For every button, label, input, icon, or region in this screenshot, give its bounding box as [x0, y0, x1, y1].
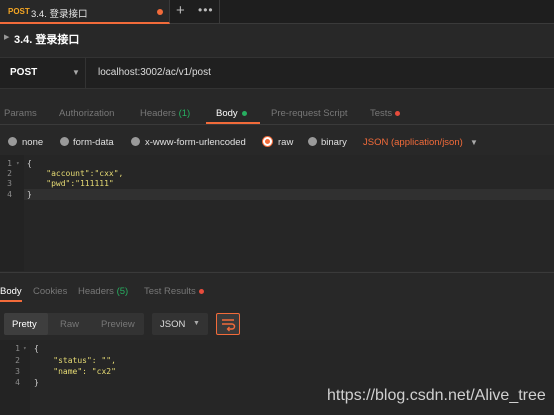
chevron-down-icon[interactable]: ▼ — [193, 320, 200, 327]
content-type-select[interactable]: JSON (application/json) — [363, 137, 463, 148]
wrap-lines-icon — [222, 319, 236, 332]
line-number: 4 — [15, 378, 20, 387]
tab-params[interactable]: Params — [4, 108, 37, 119]
body-tab-underline — [206, 122, 260, 124]
more-tabs-icon[interactable]: ••• — [198, 3, 214, 17]
method-value: POST — [10, 67, 38, 78]
wrap-lines-button[interactable] — [216, 313, 240, 335]
code-line: } — [34, 378, 39, 387]
response-tab-test-results[interactable]: Test Results — [144, 286, 196, 297]
response-body-underline — [0, 300, 22, 302]
line-number: 2 — [15, 356, 20, 365]
code-line: "account":"cxx", — [27, 169, 123, 178]
response-tab-cookies[interactable]: Cookies — [33, 286, 67, 297]
response-tab-body[interactable]: Body — [0, 286, 22, 297]
response-tab-headers[interactable]: Headers (5) — [78, 286, 128, 297]
radio-raw[interactable] — [263, 137, 272, 146]
tab-tests[interactable]: Tests — [370, 108, 392, 119]
fold-icon[interactable]: ▾ — [23, 345, 27, 352]
code-line-value: : "", — [91, 356, 116, 365]
code-line-key: "status" — [53, 356, 92, 365]
collapse-caret-icon[interactable]: ▶ — [4, 33, 9, 41]
response-tab-headers-count: (5) — [116, 286, 129, 297]
response-divider[interactable] — [0, 272, 554, 273]
watermark-text: https://blog.csdn.net/Alive_tree — [327, 387, 546, 404]
code-line-text: { — [34, 344, 39, 353]
tests-error-dot — [395, 111, 400, 116]
tab-headers-label: Headers — [140, 108, 176, 119]
line-number: 1 — [15, 344, 20, 353]
code-line: "pwd":"111111" — [27, 179, 114, 188]
tab-headers-count: (1) — [178, 108, 191, 119]
radio-raw-label: raw — [278, 137, 294, 148]
code-line-value: :"111111" — [70, 179, 114, 188]
line-number: 1 — [7, 159, 12, 168]
chevron-down-icon[interactable]: ▼ — [72, 68, 80, 77]
tab-authorization[interactable]: Authorization — [59, 108, 114, 119]
code-line: { — [27, 159, 32, 168]
response-language-value: JSON — [160, 319, 186, 330]
tab-prerequest-script[interactable]: Pre-request Script — [271, 108, 348, 119]
url-input[interactable]: localhost:3002/ac/v1/post — [98, 67, 211, 78]
code-line-text: { — [27, 159, 32, 168]
tab-divider — [219, 0, 220, 24]
radio-none[interactable] — [8, 137, 17, 146]
code-line-key: "name" — [53, 367, 83, 376]
raw-button[interactable]: Raw — [60, 319, 79, 330]
code-line-key: "pwd" — [46, 179, 71, 188]
radio-form-data[interactable] — [60, 137, 69, 146]
code-line: "status": "", — [34, 356, 116, 365]
line-number: 3 — [7, 179, 12, 188]
radio-binary[interactable] — [308, 137, 317, 146]
current-line-highlight — [24, 189, 554, 200]
tab-headers[interactable]: Headers (1) — [140, 108, 190, 119]
code-line-key: "account" — [46, 169, 90, 178]
code-line-value: :"cxx", — [89, 169, 124, 178]
radio-urlencoded[interactable] — [131, 137, 140, 146]
code-line-text: } — [34, 378, 39, 387]
preview-button[interactable]: Preview — [101, 319, 135, 330]
code-line-value: : "cx2" — [82, 367, 116, 376]
fold-icon[interactable]: ▾ — [16, 160, 20, 167]
new-tab-icon[interactable]: + — [176, 2, 185, 19]
radio-binary-label: binary — [321, 137, 347, 148]
tab-title: 3.4. 登录接口 — [31, 9, 88, 20]
radio-form-data-label: form-data — [73, 137, 114, 148]
request-name[interactable]: 3.4. 登录接口 — [14, 31, 79, 47]
line-number: 4 — [7, 190, 12, 199]
radio-none-label: none — [22, 137, 44, 148]
code-line: { — [34, 344, 39, 353]
tab-method-label: POST — [8, 7, 30, 16]
body-active-dot — [242, 111, 247, 116]
pretty-button[interactable]: Pretty — [12, 319, 37, 330]
code-line: } — [27, 190, 32, 199]
response-tab-headers-label: Headers — [78, 286, 114, 297]
line-number: 2 — [7, 169, 12, 178]
code-line: "name": "cx2" — [34, 367, 116, 376]
test-results-error-dot — [199, 289, 204, 294]
unsaved-indicator-dot — [157, 9, 163, 15]
chevron-down-icon[interactable]: ▼ — [470, 138, 478, 147]
radio-urlencoded-label: x-www-form-urlencoded — [145, 137, 246, 148]
tab-body[interactable]: Body — [216, 108, 238, 119]
line-number: 3 — [15, 367, 20, 376]
code-line-text: } — [27, 190, 32, 199]
